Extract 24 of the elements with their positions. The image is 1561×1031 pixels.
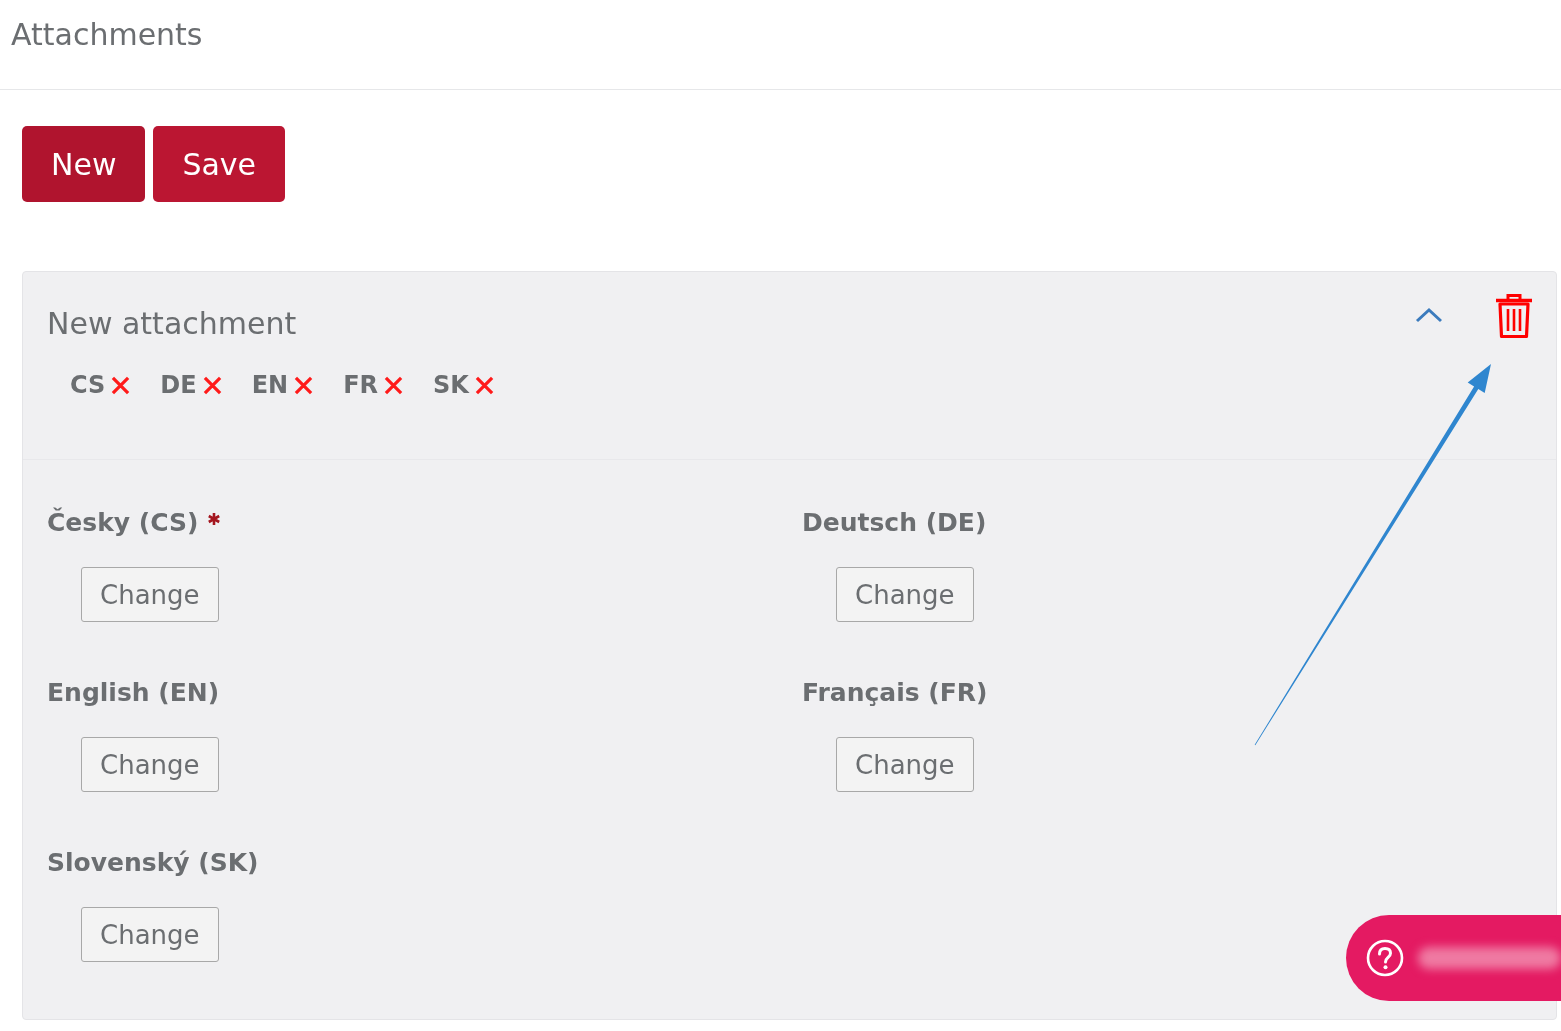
change-button[interactable]: Change <box>81 737 219 792</box>
language-label: English (EN) <box>47 677 220 709</box>
language-code: SK <box>433 370 469 401</box>
trash-icon <box>1495 293 1533 339</box>
language-code: DE <box>160 370 197 401</box>
language-code: FR <box>343 370 379 401</box>
save-button[interactable]: Save <box>153 126 286 202</box>
change-button[interactable]: Change <box>836 567 974 622</box>
collapse-button[interactable] <box>1415 307 1443 323</box>
language-label: Slovenský (SK) <box>47 847 259 879</box>
page-title: Attachments <box>11 16 203 54</box>
language-label: Deutsch (DE) <box>802 507 987 539</box>
change-button[interactable]: Change <box>81 907 219 962</box>
language-label: Français (FR) <box>802 677 988 709</box>
change-button[interactable]: Change <box>836 737 974 792</box>
panel-title: New attachment <box>47 305 297 343</box>
new-button[interactable]: New <box>22 126 146 202</box>
delete-button[interactable] <box>1495 293 1533 339</box>
help-button[interactable] <box>1346 915 1561 1001</box>
language-code: EN <box>251 370 289 401</box>
language-label: Česky (CS) <box>47 506 199 539</box>
language-code: CS <box>70 370 106 401</box>
help-icon <box>1366 939 1404 977</box>
change-button[interactable]: Change <box>81 567 219 622</box>
